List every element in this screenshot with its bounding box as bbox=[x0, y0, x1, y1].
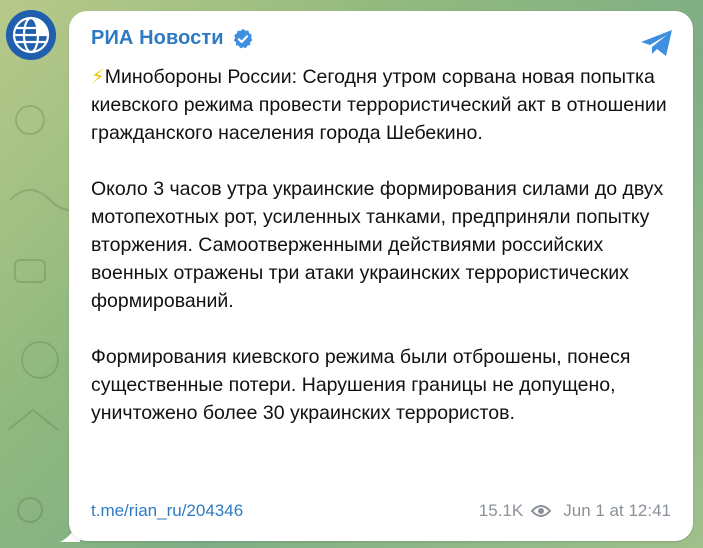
post-header: РИА Новости bbox=[91, 27, 254, 50]
paragraph-1-text: Минобороны России: Сегодня утром сорвана… bbox=[91, 66, 667, 144]
verified-badge-icon bbox=[233, 28, 253, 48]
post-timestamp: Jun 1 at 12:41 bbox=[563, 501, 671, 520]
ria-globe-logo-icon bbox=[6, 10, 56, 60]
paragraph-2: Около 3 часов утра украинские формирован… bbox=[91, 178, 664, 312]
post-link[interactable]: t.me/rian_ru/204346 bbox=[91, 501, 243, 521]
telegram-share-icon[interactable] bbox=[639, 27, 675, 59]
eye-icon bbox=[531, 505, 552, 517]
channel-avatar[interactable] bbox=[6, 10, 56, 60]
post-footer: t.me/rian_ru/204346 15.1K Jun 1 at 12:41 bbox=[91, 501, 671, 525]
view-count: 15.1K bbox=[478, 501, 524, 520]
channel-post-bubble[interactable]: РИА Новости ⚡Минобороны России: Сегодня … bbox=[69, 11, 693, 541]
paragraph-1: ⚡Минобороны России: Сегодня утром сорван… bbox=[91, 63, 681, 147]
channel-name[interactable]: РИА Новости bbox=[91, 27, 224, 50]
post-text: ⚡Минобороны России: Сегодня утром сорван… bbox=[91, 63, 681, 455]
paragraph-3: Формирования киевского режима были отбро… bbox=[91, 346, 631, 424]
lightning-icon: ⚡ bbox=[91, 66, 105, 88]
post-meta: 15.1K Jun 1 at 12:41 bbox=[479, 501, 671, 521]
